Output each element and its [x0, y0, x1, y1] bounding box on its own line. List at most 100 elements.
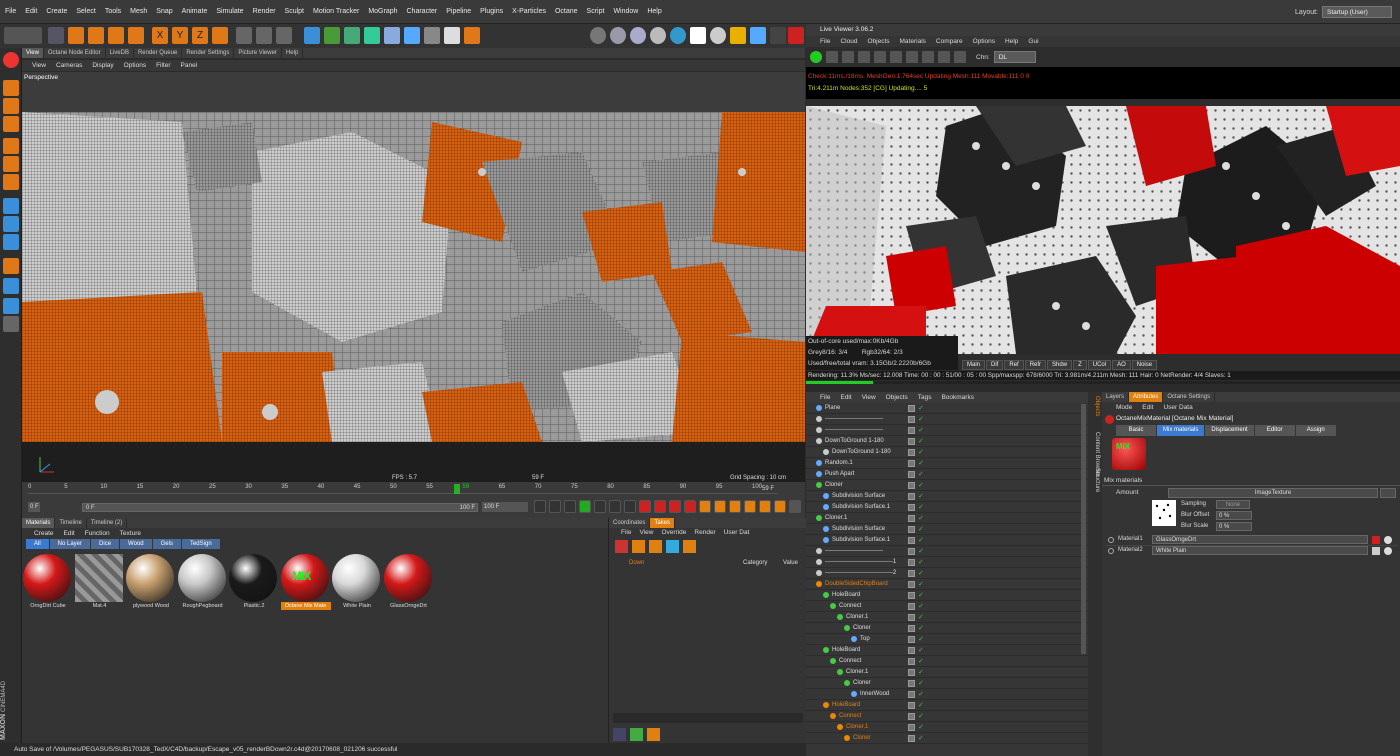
coord-system-icon[interactable] — [212, 27, 228, 44]
om-menu-objects[interactable]: Objects — [886, 394, 908, 401]
lv-pick-icon[interactable] — [890, 51, 902, 63]
menu-sculpt[interactable]: Sculpt — [285, 0, 304, 24]
enable-snap-icon[interactable] — [3, 258, 19, 274]
frame-range-slider[interactable]: 0 F 100 F — [82, 503, 478, 512]
tab-help[interactable]: Help — [282, 48, 304, 58]
material-swatch[interactable]: White Plain — [332, 554, 382, 616]
timeline[interactable]: 0 5 10 15 20 25 30 35 40 45 50 55 59 65 70 75 80 85 90 95 10… — [22, 482, 805, 518]
octane-texture-icon[interactable] — [750, 27, 766, 44]
end-frame[interactable]: 100 F — [482, 502, 528, 512]
vp-menu-options[interactable]: Options — [124, 62, 146, 69]
om-menu-bookmarks[interactable]: Bookmarks — [941, 394, 974, 401]
viewport-scene[interactable]: Perspective FPS : 5.7 59 F Grid Spacing … — [22, 72, 805, 482]
vp-menu-cameras[interactable]: Cameras — [56, 62, 82, 69]
visibility-icon[interactable] — [908, 723, 915, 731]
om-row[interactable]: ----------------------------- ✓ — [806, 425, 1088, 436]
timeline-ruler[interactable]: 0 5 10 15 20 25 30 35 40 45 50 55 59 65 70 75 80 85 90 95 10… — [28, 484, 778, 494]
attr-menu-user-data[interactable]: User Data — [1163, 404, 1192, 411]
take-auto-icon[interactable] — [632, 539, 645, 553]
enabled-check-icon[interactable]: ✓ — [918, 426, 924, 434]
menu-plugins[interactable]: Plugins — [480, 0, 503, 24]
lv-btn-ucol[interactable]: UCol — [1087, 360, 1112, 370]
enabled-check-icon[interactable]: ✓ — [918, 657, 924, 665]
enabled-check-icon[interactable]: ✓ — [918, 580, 924, 588]
visibility-icon[interactable] — [908, 558, 915, 566]
menu-edit[interactable]: Edit — [25, 0, 37, 24]
takes-tab-coordinates[interactable]: Coordinates — [609, 518, 651, 528]
lv-chn-dropdown[interactable]: DL — [993, 51, 1036, 63]
om-row[interactable]: DownToGround 1-180 ✓ — [806, 436, 1088, 447]
octane-target-icon[interactable] — [710, 27, 726, 44]
edges-icon[interactable] — [3, 156, 19, 172]
visibility-icon[interactable] — [908, 679, 915, 687]
enabled-check-icon[interactable]: ✓ — [918, 690, 924, 698]
vp-menu-display[interactable]: Display — [92, 62, 113, 69]
render-picture-icon[interactable] — [256, 27, 272, 44]
om-menu-tags[interactable]: Tags — [918, 394, 932, 401]
key-rot-icon[interactable] — [729, 500, 741, 513]
enabled-check-icon[interactable]: ✓ — [918, 503, 924, 511]
key-pos-icon[interactable] — [699, 500, 711, 513]
menu-animate[interactable]: Animate — [182, 0, 208, 24]
attr-subtab-displacement[interactable]: Displacement — [1205, 425, 1254, 436]
mat-filter-gels[interactable]: Gels — [152, 539, 181, 549]
lv-btn-refr[interactable]: Refr — [1024, 360, 1047, 370]
vp-menu-panel[interactable]: Panel — [181, 62, 198, 69]
enabled-check-icon[interactable]: ✓ — [918, 470, 924, 478]
visibility-icon[interactable] — [908, 657, 915, 665]
enabled-check-icon[interactable]: ✓ — [918, 635, 924, 643]
menu-file[interactable]: File — [5, 0, 16, 24]
key-pla-icon[interactable] — [759, 500, 771, 513]
material-swatch[interactable]: plywood Wood — [126, 554, 176, 616]
material-swatch[interactable]: Plastic.2 — [229, 554, 279, 616]
sampling-dropdown[interactable]: None — [1216, 500, 1250, 509]
om-row[interactable]: ----------------------------- ✓ — [806, 546, 1088, 557]
scheme-icon[interactable] — [774, 500, 786, 513]
enabled-check-icon[interactable]: ✓ — [918, 404, 924, 412]
mat-menu-function[interactable]: Function — [85, 530, 110, 537]
enabled-check-icon[interactable]: ✓ — [918, 415, 924, 423]
octane-sun-icon[interactable] — [730, 27, 746, 44]
enabled-check-icon[interactable]: ✓ — [918, 602, 924, 610]
lv-material-icon[interactable] — [906, 51, 918, 63]
octane-mix-icon[interactable] — [670, 27, 686, 44]
tab-render-settings[interactable]: Render Settings — [182, 48, 235, 58]
layer-icon[interactable] — [613, 728, 626, 741]
enabled-check-icon[interactable]: ✓ — [918, 558, 924, 566]
menu-pipeline[interactable]: Pipeline — [446, 0, 471, 24]
om-row[interactable]: DoubleSidedChipBoard ✓ — [806, 579, 1088, 590]
material-swatch[interactable]: Octane Mix Mate — [280, 554, 331, 616]
rotate-icon[interactable] — [108, 27, 124, 44]
takes-menu-file[interactable]: File — [621, 529, 631, 536]
om-row[interactable]: Cloner.1 ✓ — [806, 612, 1088, 623]
key-param-icon[interactable] — [744, 500, 756, 513]
go-end-icon[interactable] — [624, 500, 636, 513]
om-row[interactable]: Plane ✓ — [806, 403, 1088, 414]
om-row[interactable]: Connect ✓ — [806, 656, 1088, 667]
attr-subtab-assign[interactable]: Assign — [1295, 425, 1336, 436]
visibility-icon[interactable] — [908, 492, 915, 500]
vp-menu-view[interactable]: View — [32, 62, 46, 69]
menu-render[interactable]: Render — [253, 0, 276, 24]
floor-icon[interactable] — [404, 27, 420, 44]
menu-simulate[interactable]: Simulate — [216, 0, 243, 24]
enabled-check-icon[interactable]: ✓ — [918, 679, 924, 687]
enabled-check-icon[interactable]: ✓ — [918, 591, 924, 599]
lv-btn-dif[interactable]: Dif — [986, 360, 1004, 370]
visibility-icon[interactable] — [908, 503, 915, 511]
mat-tab-materials[interactable]: Materials — [22, 518, 56, 528]
undo-redo-icon[interactable] — [4, 27, 42, 44]
lv-menu-compare[interactable]: Compare — [936, 38, 963, 45]
takes-menu-override[interactable]: Override — [661, 529, 686, 536]
octane-sphere4-icon[interactable] — [650, 27, 666, 44]
takes-menu-user-dat[interactable]: User Dat — [724, 529, 750, 536]
visibility-icon[interactable] — [908, 591, 915, 599]
take-row-down[interactable]: Down Category Value — [613, 560, 803, 570]
deformer-icon[interactable] — [384, 27, 400, 44]
lv-menu-materials[interactable]: Materials — [900, 38, 926, 45]
visibility-icon[interactable] — [908, 514, 915, 522]
om-row[interactable]: Cloner ✓ — [806, 733, 1088, 744]
side-tab-structure[interactable]: Structure — [1094, 468, 1100, 492]
visibility-icon[interactable] — [908, 415, 915, 423]
visibility-icon[interactable] — [908, 470, 915, 478]
